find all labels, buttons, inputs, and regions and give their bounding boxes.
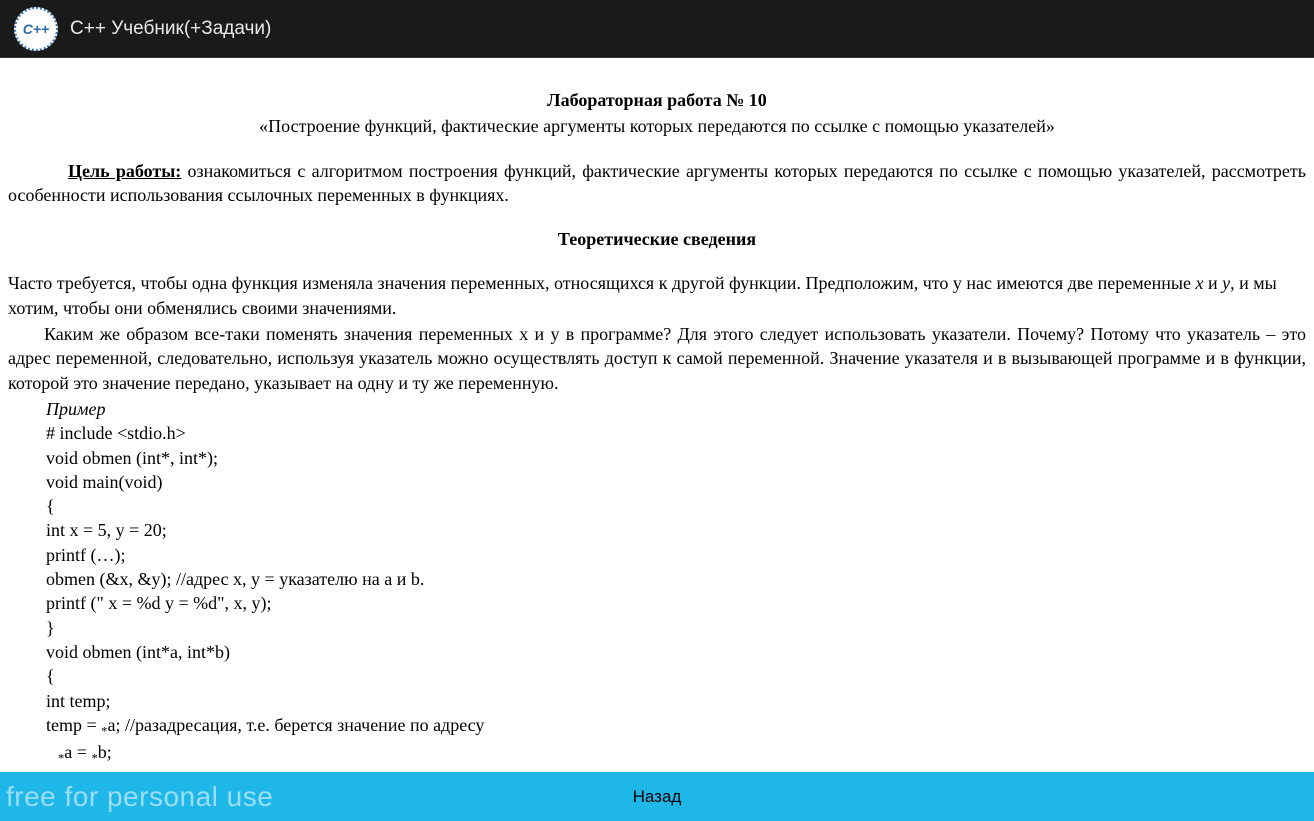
- document-subtitle: «Построение функций, фактические аргумен…: [8, 114, 1306, 138]
- code-line: obmen (&x, &y); //адрес x, y = указателю…: [46, 567, 1306, 591]
- footer-bar: free for personal use Назад: [0, 772, 1314, 821]
- code-line: temp = *a; //разадресация, т.е. берется …: [46, 713, 1306, 741]
- para1-var-x: x: [1196, 273, 1204, 293]
- code-line: void obmen (int*a, int*b): [46, 640, 1306, 664]
- code-line: # include <stdio.h>: [46, 421, 1306, 445]
- document-title: Лабораторная работа № 10: [8, 88, 1306, 112]
- code-line: printf (" x = %d y = %d", x, y);: [46, 591, 1306, 615]
- goal-label: Цель работы:: [68, 161, 181, 181]
- para1-part-a: Часто требуется, чтобы одна функция изме…: [8, 273, 1196, 293]
- document-content[interactable]: Лабораторная работа № 10 «Построение фун…: [0, 58, 1314, 772]
- goal-paragraph: Цель работы: ознакомиться с алгоритмом п…: [8, 159, 1306, 208]
- code-line: void obmen (int*, int*);: [46, 446, 1306, 470]
- para1-and: и: [1204, 273, 1223, 293]
- para1-var-y: y: [1222, 273, 1230, 293]
- goal-text: ознакомиться с алгоритмом построения фун…: [8, 161, 1306, 205]
- code-line: int temp;: [46, 689, 1306, 713]
- code-line: {: [46, 664, 1306, 688]
- code-line: int x = 5, y = 20;: [46, 518, 1306, 542]
- code-line: printf (…);: [46, 543, 1306, 567]
- section-heading: Теоретические сведения: [8, 227, 1306, 251]
- back-button[interactable]: Назад: [633, 787, 682, 807]
- logo-text: C++: [23, 21, 49, 37]
- code-line: void main(void): [46, 470, 1306, 494]
- watermark-text: free for personal use: [6, 781, 273, 813]
- app-title: C++ Учебник(+Задачи): [70, 18, 271, 40]
- code-line: *a = *b;: [58, 740, 1306, 768]
- app-logo-icon: C++: [14, 7, 58, 51]
- paragraph-2: Каким же образом все-таки поменять значе…: [8, 322, 1306, 395]
- code-line: }: [46, 616, 1306, 640]
- example-label: Пример: [46, 397, 1306, 421]
- app-header: C++ C++ Учебник(+Задачи): [0, 0, 1314, 58]
- paragraph-1: Часто требуется, чтобы одна функция изме…: [8, 271, 1306, 320]
- code-line: {: [46, 494, 1306, 518]
